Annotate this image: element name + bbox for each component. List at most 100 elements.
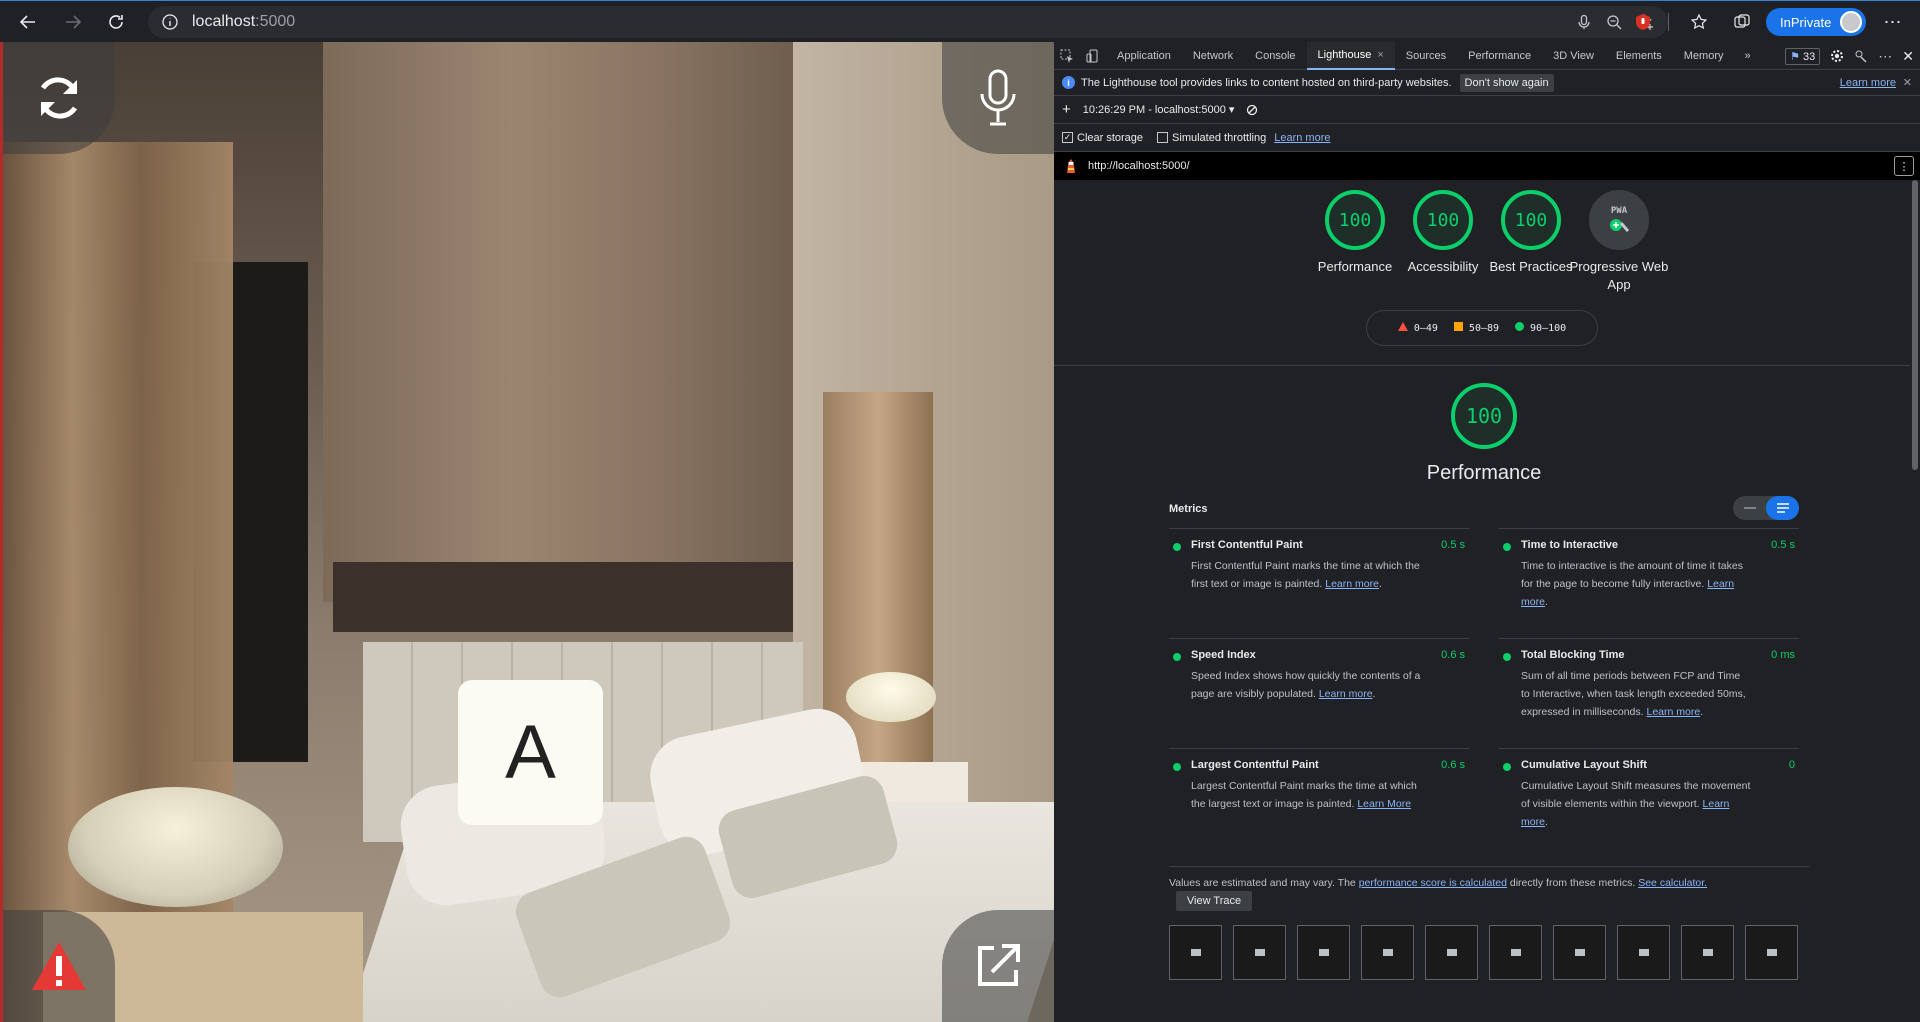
more-tabs-button[interactable]: » xyxy=(1735,42,1761,70)
tab-label: Application xyxy=(1117,49,1171,62)
close-icon[interactable]: ✕ xyxy=(1903,76,1912,89)
legend-pass: 90–100 xyxy=(1515,322,1566,334)
view-trace-button[interactable]: View Trace xyxy=(1176,891,1252,911)
tab-lighthouse[interactable]: Lighthouse × xyxy=(1306,41,1395,70)
key-prompt-card[interactable]: A xyxy=(458,680,603,825)
close-icon[interactable]: ✕ xyxy=(1902,48,1914,65)
gauge-performance[interactable]: 100 Performance xyxy=(1318,190,1392,380)
legend-fail: 0–49 xyxy=(1397,322,1438,334)
see-calculator-link[interactable]: See calculator. xyxy=(1638,877,1707,889)
close-tab-icon[interactable]: × xyxy=(1377,49,1383,61)
clear-storage-option[interactable]: ✓ Clear storage xyxy=(1062,132,1143,144)
rotate-button[interactable] xyxy=(3,42,115,154)
report-url[interactable]: http://localhost:5000/ xyxy=(1088,160,1190,172)
tab-network[interactable]: Network xyxy=(1182,42,1244,70)
performance-title: Performance xyxy=(1426,462,1542,484)
learn-more-link[interactable]: Learn more xyxy=(1274,132,1330,144)
more-options-icon[interactable]: ⋯ xyxy=(1878,48,1892,65)
legend-fail-label: 0–49 xyxy=(1413,323,1438,334)
warning-button[interactable] xyxy=(3,910,115,1022)
filmstrip-frame xyxy=(1361,925,1414,980)
settings-menu-button[interactable]: ⋯ xyxy=(1878,7,1908,37)
open-external-button[interactable] xyxy=(942,910,1054,1022)
tab-performance[interactable]: Performance xyxy=(1457,42,1542,70)
back-button[interactable] xyxy=(10,4,46,40)
feedback-icon[interactable] xyxy=(1854,49,1868,63)
metric-description: Speed Index shows how quickly the conten… xyxy=(1191,670,1421,700)
tab-application[interactable]: Application xyxy=(1106,42,1182,70)
report-scrollbar[interactable] xyxy=(1910,180,1920,1022)
more-vertical-icon: ⋮ xyxy=(1898,160,1910,173)
tab-elements[interactable]: Elements xyxy=(1605,42,1673,70)
tab-console[interactable]: Console xyxy=(1244,42,1306,70)
more-horizontal-icon: ⋯ xyxy=(1883,11,1903,32)
inspect-element-button[interactable] xyxy=(1054,42,1080,70)
estimate-note: Values are estimated and may vary. The p… xyxy=(1169,866,1809,889)
arrow-right-icon xyxy=(66,15,82,29)
collections-button[interactable] xyxy=(1727,7,1757,37)
filmstrip-frame xyxy=(1617,925,1670,980)
inprivate-button[interactable]: InPrivate xyxy=(1766,8,1866,36)
favorites-button[interactable] xyxy=(1684,7,1714,37)
metric-name: Speed Index xyxy=(1191,649,1256,661)
page-viewport: A xyxy=(0,42,1054,1022)
learn-more-link[interactable]: Learn more xyxy=(1840,77,1896,89)
tab-sources[interactable]: Sources xyxy=(1395,42,1457,70)
gear-icon[interactable] xyxy=(1830,49,1844,63)
scrollbar-thumb[interactable] xyxy=(1912,180,1918,470)
gauge-best-practices[interactable]: 100 Best Practices xyxy=(1489,190,1573,380)
learn-more-link[interactable]: Learn more xyxy=(1646,706,1700,718)
chevron-double-right-icon: » xyxy=(1744,49,1751,62)
throttling-option[interactable]: Simulated throttling xyxy=(1157,132,1266,144)
tab-label: Network xyxy=(1192,49,1234,62)
filmstrip-frame xyxy=(1553,925,1606,980)
dont-show-again-button[interactable]: Don't show again xyxy=(1459,73,1554,92)
note-text: directly from these metrics. xyxy=(1506,877,1639,889)
frame-thumbnail xyxy=(1190,949,1201,956)
metrics-view-toggle[interactable] xyxy=(1733,496,1799,520)
bedroom-wall-panels xyxy=(323,42,793,602)
tab-3d-view[interactable]: 3D View xyxy=(1542,42,1605,70)
gauge-accessibility[interactable]: 100 Accessibility xyxy=(1408,190,1478,380)
expanded-view-button[interactable] xyxy=(1766,496,1799,520)
throttling-checkbox[interactable] xyxy=(1157,132,1169,143)
zoom-out-icon[interactable] xyxy=(1606,14,1622,30)
gauge-score: 100 xyxy=(1325,190,1385,250)
info-icon[interactable] xyxy=(162,14,178,30)
gauge-score: 100 xyxy=(1501,190,1561,250)
address-bar[interactable]: localhost:5000 xyxy=(148,6,1668,38)
voice-button[interactable] xyxy=(942,42,1054,154)
clear-storage-checkbox[interactable]: ✓ xyxy=(1062,132,1073,143)
tab-memory[interactable]: Memory xyxy=(1673,42,1735,70)
pass-dot-icon xyxy=(1173,653,1181,661)
report-select[interactable]: 10:26:29 PM - localhost:5000 ▾ xyxy=(1083,103,1235,116)
metric-description: Time to interactive is the amount of tim… xyxy=(1521,560,1743,608)
gauge-pwa[interactable]: PWA Progressive Web App xyxy=(1570,190,1668,380)
score-calculated-link[interactable]: performance score is calculated xyxy=(1359,877,1507,889)
refresh-button[interactable] xyxy=(98,4,134,40)
learn-more-link[interactable]: Learn More xyxy=(1357,798,1411,810)
gauge-label: Progressive Web App xyxy=(1569,259,1669,292)
learn-more-link[interactable]: Learn more xyxy=(1319,688,1373,700)
metric-value: 0.6 s xyxy=(1441,649,1465,661)
lamp-left xyxy=(68,787,283,907)
learn-more-link[interactable]: Learn more xyxy=(1325,578,1379,590)
issues-counter[interactable]: ⚑ 33 xyxy=(1785,47,1821,65)
refresh-icon xyxy=(109,15,123,29)
metric-cumulative-layout-shift: Cumulative Layout Shift 0 Cumulative Lay… xyxy=(1499,748,1799,858)
device-emulation-button[interactable] xyxy=(1080,42,1106,70)
report-menu-button[interactable]: ⋮ xyxy=(1894,156,1914,176)
address-text: localhost:5000 xyxy=(192,13,295,31)
circle-icon xyxy=(1515,322,1525,331)
clear-icon[interactable] xyxy=(1246,104,1258,116)
info-icon: i xyxy=(1062,76,1075,89)
legend-average-label: 50–89 xyxy=(1468,323,1500,334)
microphone-icon[interactable] xyxy=(1576,14,1592,30)
new-report-button[interactable]: + xyxy=(1062,101,1071,118)
extension-button[interactable] xyxy=(1628,7,1658,37)
tab-label: Elements xyxy=(1615,49,1662,62)
triangle-icon xyxy=(1397,322,1408,331)
throttling-label: Simulated throttling xyxy=(1172,131,1267,144)
compact-view-button[interactable] xyxy=(1733,496,1766,520)
forward-button[interactable] xyxy=(55,4,91,40)
